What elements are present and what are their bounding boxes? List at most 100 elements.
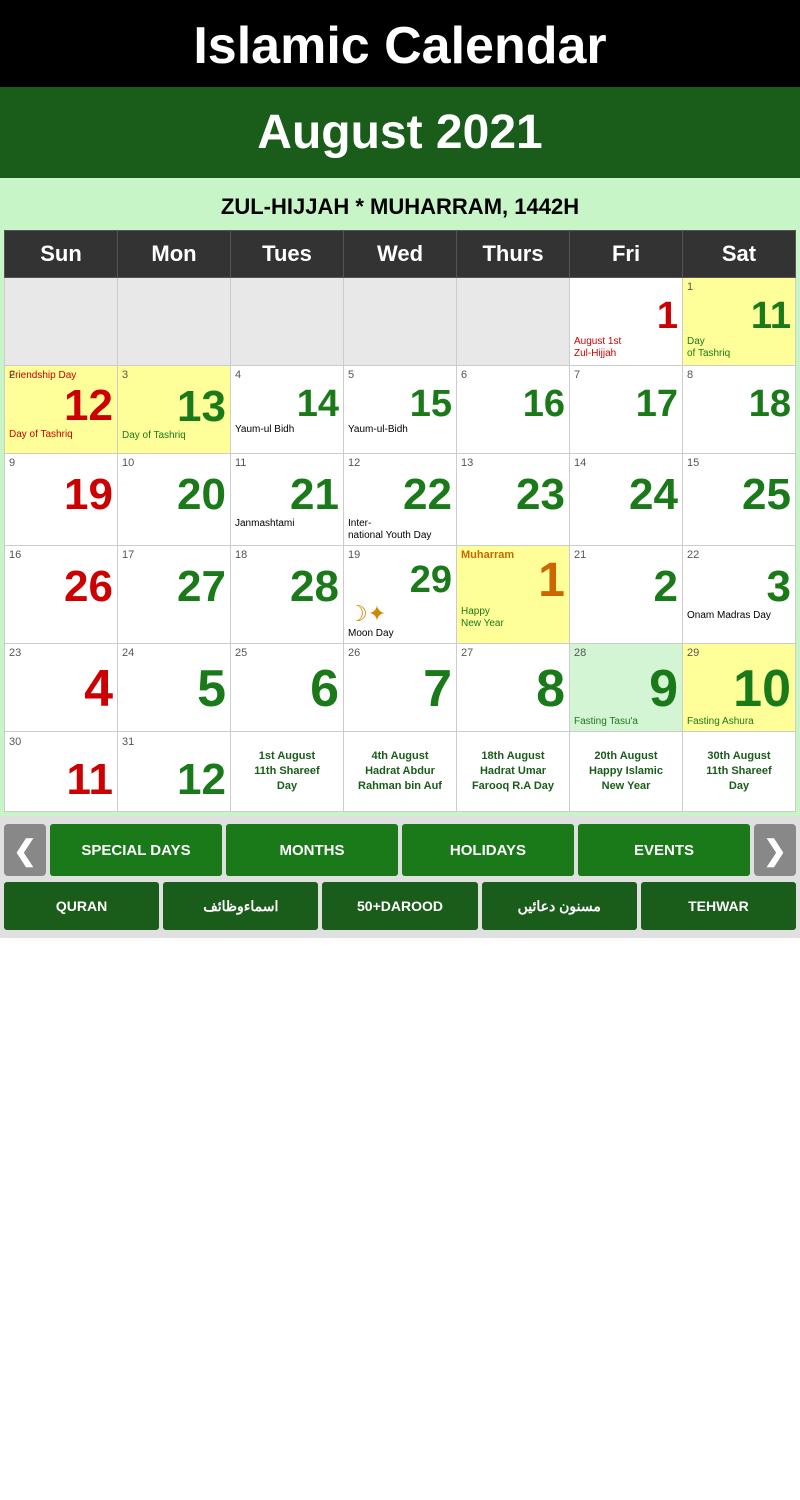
islamic-aug28: 18 bbox=[235, 549, 247, 561]
event-sep3: Onam Madras Day bbox=[687, 610, 791, 622]
date-aug24: 24 bbox=[574, 473, 678, 517]
cell-w1-sun bbox=[5, 278, 118, 366]
day-header-wed: Wed bbox=[344, 231, 457, 278]
cell-sep6: 25 6 bbox=[231, 644, 344, 732]
cell-aug27: 17 27 bbox=[118, 546, 231, 644]
date-aug11-w1: 11 bbox=[687, 297, 791, 335]
moon-icon: ☽✦ bbox=[348, 601, 452, 627]
note-w6-fri: 20th AugustHappy IslamicNew Year bbox=[589, 750, 663, 793]
islamic-sep9: 28 bbox=[574, 647, 586, 659]
bottom-nav: ❮ SPECIAL DAYS MONTHS HOLIDAYS EVENTS ❯ … bbox=[0, 816, 800, 938]
cell-w1-mon bbox=[118, 278, 231, 366]
islamic-sep8: 27 bbox=[461, 647, 473, 659]
events-button[interactable]: EVENTS bbox=[578, 824, 750, 876]
date-sep9: 9 bbox=[574, 663, 678, 715]
cell-aug15: 5 15 Yaum-ul-Bidh bbox=[344, 366, 457, 454]
date-aug27: 27 bbox=[122, 565, 226, 609]
months-button[interactable]: MONTHS bbox=[226, 824, 398, 876]
event-aug22: Inter-national Youth Day bbox=[348, 518, 452, 542]
islamic-aug23: 13 bbox=[461, 457, 473, 469]
cell-aug29: 19 29 ☽✦ Moon Day bbox=[344, 546, 457, 644]
day-header-sun: Sun bbox=[5, 231, 118, 278]
date-aug15: 15 bbox=[348, 385, 452, 423]
week-6-notes: 30 11 31 12 1st August11th ShareefDay 4t… bbox=[5, 732, 796, 812]
day-header-fri: Fri bbox=[570, 231, 683, 278]
calendar-container: ZUL-HIJJAH * MUHARRAM, 1442H Sun Mon Tue… bbox=[0, 178, 800, 816]
islamic-sep5: 24 bbox=[122, 647, 134, 659]
islamic-aug16: 6 bbox=[461, 369, 467, 381]
date-aug1: 1 bbox=[574, 297, 678, 335]
date-aug22: 22 bbox=[348, 473, 452, 517]
event-aug15: Yaum-ul-Bidh bbox=[348, 424, 452, 436]
islamic-aug18: 8 bbox=[687, 369, 693, 381]
note-w6-sat: 30th August11th ShareefDay bbox=[706, 750, 771, 793]
cell-sep1-muharram: Muharram 1 HappyNew Year bbox=[457, 546, 570, 644]
cell-aug19: 9 19 bbox=[5, 454, 118, 546]
islamic-sep10: 29 bbox=[687, 647, 699, 659]
week-1: 1 August 1stZul-Hijjah 1 11 Dayof Tashri… bbox=[5, 278, 796, 366]
special-days-button[interactable]: SPECIAL DAYS bbox=[50, 824, 222, 876]
asma-link[interactable]: اسماءوظائف bbox=[163, 882, 318, 930]
note-w6-tue: 1st August11th ShareefDay bbox=[254, 750, 319, 793]
date-sep4: 4 bbox=[9, 663, 113, 715]
tehwar-link[interactable]: TEHWAR bbox=[641, 882, 796, 930]
islamic-sep7: 26 bbox=[348, 647, 360, 659]
islamic-sep3: 22 bbox=[687, 549, 699, 561]
islamic-sep2: 21 bbox=[574, 549, 586, 561]
day-header-thurs: Thurs bbox=[457, 231, 570, 278]
date-sep3: 3 bbox=[687, 565, 791, 609]
cell-w1-tue bbox=[231, 278, 344, 366]
quran-link[interactable]: QURAN bbox=[4, 882, 159, 930]
prev-arrow[interactable]: ❮ bbox=[4, 824, 46, 876]
day-header-mon: Mon bbox=[118, 231, 231, 278]
day-header-row: Sun Mon Tues Wed Thurs Fri Sat bbox=[5, 231, 796, 278]
week-5: 23 4 24 5 25 6 26 7 27 8 bbox=[5, 644, 796, 732]
event-aug11-w1: Dayof Tashriq bbox=[687, 336, 791, 360]
cell-aug23: 13 23 bbox=[457, 454, 570, 546]
masnoon-link[interactable]: مسنون دعائيں bbox=[482, 882, 637, 930]
date-sep8: 8 bbox=[461, 663, 565, 715]
cell-aug25: 15 25 bbox=[683, 454, 796, 546]
date-sep10: 10 bbox=[687, 663, 791, 715]
date-sep5: 5 bbox=[122, 663, 226, 715]
event-aug29: Moon Day bbox=[348, 628, 452, 640]
cell-aug21: 11 21 Janmashtami bbox=[231, 454, 344, 546]
date-aug16: 16 bbox=[461, 385, 565, 423]
cell-w6-wed-note: 4th AugustHadrat AbdurRahman bin Auf bbox=[344, 732, 457, 812]
cell-aug17: 7 17 bbox=[570, 366, 683, 454]
cell-w6-fri-note: 20th AugustHappy IslamicNew Year bbox=[570, 732, 683, 812]
islamic-aug11-w1: 1 bbox=[687, 281, 693, 293]
cell-sep4: 23 4 bbox=[5, 644, 118, 732]
week-3: 9 19 10 20 11 21 Janmashtami 12 22 Inter… bbox=[5, 454, 796, 546]
date-w6-mon: 12 bbox=[122, 758, 226, 802]
islamic-aug26: 16 bbox=[9, 549, 21, 561]
cell-w6-sat-note: 30th August11th ShareefDay bbox=[683, 732, 796, 812]
islamic-aug15: 5 bbox=[348, 369, 354, 381]
islamic-sep4: 23 bbox=[9, 647, 21, 659]
holidays-button[interactable]: HOLIDAYS bbox=[402, 824, 574, 876]
islamic-w6-mon: 31 bbox=[122, 735, 134, 750]
date-aug17: 17 bbox=[574, 385, 678, 423]
date-aug14: 14 bbox=[235, 385, 339, 423]
date-sep7: 7 bbox=[348, 663, 452, 715]
date-aug29: 29 bbox=[348, 561, 452, 599]
cell-w1-wed bbox=[344, 278, 457, 366]
islamic-aug22: 12 bbox=[348, 457, 360, 469]
note-w6-thu: 18th AugustHadrat UmarFarooq R.A Day bbox=[472, 750, 554, 793]
cell-sep3: 22 3 Onam Madras Day bbox=[683, 546, 796, 644]
event-aug12: Day of Tashriq bbox=[9, 429, 113, 441]
date-sep1: 1 bbox=[461, 557, 565, 605]
date-aug12: 12 bbox=[9, 384, 113, 428]
cell-aug13: 3 13 Day of Tashriq bbox=[118, 366, 231, 454]
islamic-aug21: 11 bbox=[235, 457, 246, 469]
darood-link[interactable]: 50+DAROOD bbox=[322, 882, 477, 930]
event-aug13: Day of Tashriq bbox=[122, 430, 226, 442]
next-arrow[interactable]: ❯ bbox=[754, 824, 796, 876]
cell-aug11-w1: 1 11 Dayof Tashriq bbox=[683, 278, 796, 366]
islamic-sep6: 25 bbox=[235, 647, 247, 659]
cell-aug24: 14 24 bbox=[570, 454, 683, 546]
month-header: August 2021 bbox=[0, 87, 800, 178]
nav-row: ❮ SPECIAL DAYS MONTHS HOLIDAYS EVENTS ❯ bbox=[4, 824, 796, 876]
date-aug25: 25 bbox=[687, 473, 791, 517]
day-header-sat: Sat bbox=[683, 231, 796, 278]
